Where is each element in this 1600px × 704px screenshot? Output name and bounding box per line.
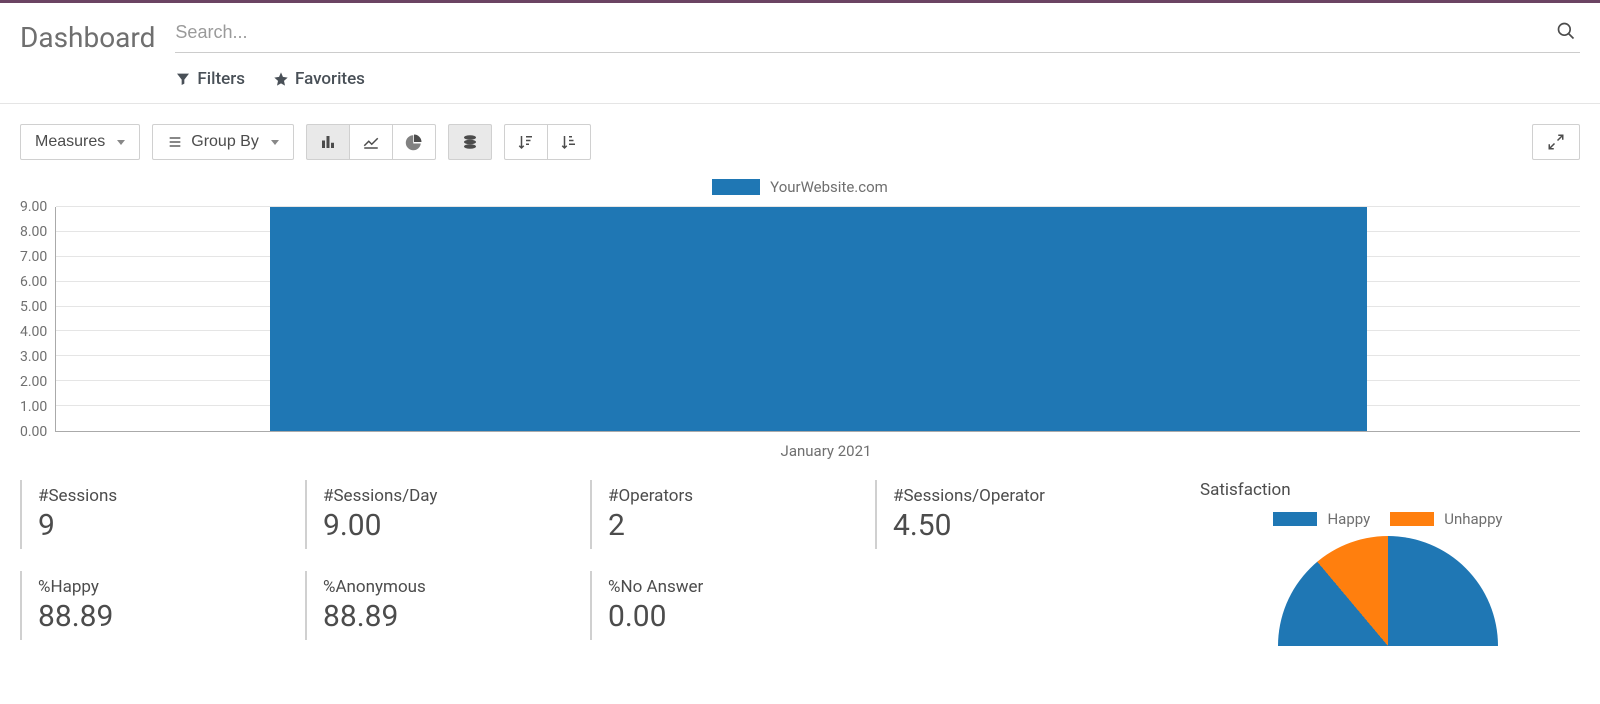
pie-chart-icon: [405, 133, 423, 151]
search-button[interactable]: [1552, 17, 1580, 48]
expand-button[interactable]: [1532, 124, 1580, 160]
satisfaction-panel: Satisfaction Happy Unhappy: [1160, 480, 1580, 646]
sort-asc-icon: [560, 133, 578, 151]
pie-chart-button[interactable]: [392, 124, 436, 160]
caret-down-icon: [117, 140, 125, 145]
search-icon: [1556, 21, 1576, 41]
legend-swatch: [1273, 512, 1317, 526]
sort-desc-button[interactable]: [504, 124, 548, 160]
metric-card: %Anonymous88.89: [305, 571, 590, 640]
bar-plot: 9.008.007.006.005.004.003.002.001.000.00: [20, 207, 1580, 432]
metric-label: %No Answer: [608, 577, 859, 597]
bar-chart-area: YourWebsite.com 9.008.007.006.005.004.00…: [20, 178, 1580, 460]
metric-label: #Sessions/Operator: [893, 486, 1144, 506]
bar-chart-legend: YourWebsite.com: [20, 178, 1580, 199]
groupby-button[interactable]: Group By: [152, 124, 294, 160]
toolbar: Measures Group By: [20, 124, 1580, 160]
pie-legend: Happy Unhappy: [1196, 510, 1580, 528]
sort-desc-icon: [517, 133, 535, 151]
bar-chart-icon: [319, 133, 337, 151]
metric-label: #Sessions: [38, 486, 289, 506]
metric-card: #Sessions9: [20, 480, 305, 549]
bar-chart-button[interactable]: [306, 124, 350, 160]
metric-card: #Sessions/Day9.00: [305, 480, 590, 549]
metric-label: %Happy: [38, 577, 289, 597]
legend-label: Happy: [1327, 510, 1370, 528]
metric-card: %Happy88.89: [20, 571, 305, 640]
stacked-button[interactable]: [448, 124, 492, 160]
filters-label: Filters: [197, 69, 245, 89]
metric-value: 0.00: [608, 599, 859, 634]
metric-value: 88.89: [323, 599, 574, 634]
favorites-label: Favorites: [295, 69, 365, 89]
funnel-icon: [175, 71, 191, 87]
stack-group: [448, 124, 492, 160]
header: Dashboard Filters Favorites: [0, 3, 1600, 103]
groupby-label: Group By: [191, 133, 259, 151]
stack-icon: [461, 133, 479, 151]
page-title: Dashboard: [20, 13, 155, 54]
metric-card: %No Answer0.00: [590, 571, 875, 640]
metric-value: 9.00: [323, 508, 574, 543]
legend-label: YourWebsite.com: [770, 178, 888, 196]
pie-legend-item: Unhappy: [1390, 510, 1502, 528]
content: Measures Group By: [0, 104, 1600, 695]
metric-value: 4.50: [893, 508, 1144, 543]
legend-item: YourWebsite.com: [712, 178, 888, 196]
pie-wrap: [1196, 536, 1580, 646]
metric-label: #Sessions/Day: [323, 486, 574, 506]
metrics-row: #Sessions9#Sessions/Day9.00#Operators2#S…: [20, 480, 1580, 662]
legend-label: Unhappy: [1444, 510, 1502, 528]
favorites-dropdown[interactable]: Favorites: [273, 69, 365, 89]
chart-type-group: [306, 124, 436, 160]
header-right: Filters Favorites: [175, 13, 1580, 103]
x-axis-label: January 2021: [20, 442, 1580, 460]
caret-down-icon: [271, 140, 279, 145]
line-chart-icon: [362, 133, 380, 151]
list-icon: [167, 134, 183, 150]
expand-icon: [1547, 133, 1565, 151]
measures-button[interactable]: Measures: [20, 124, 140, 160]
legend-swatch: [712, 179, 760, 195]
filters-dropdown[interactable]: Filters: [175, 69, 245, 89]
metric-value: 2: [608, 508, 859, 543]
metric-card: #Sessions/Operator4.50: [875, 480, 1160, 549]
search-wrap: [175, 13, 1580, 53]
measures-label: Measures: [35, 133, 105, 151]
star-icon: [273, 71, 289, 87]
metrics-grid: #Sessions9#Sessions/Day9.00#Operators2#S…: [20, 480, 1160, 662]
metric-card: #Operators2: [590, 480, 875, 549]
y-axis: 9.008.007.006.005.004.003.002.001.000.00: [20, 207, 55, 432]
metric-label: %Anonymous: [323, 577, 574, 597]
satisfaction-pie-chart: [1278, 536, 1498, 646]
metric-value: 9: [38, 508, 289, 543]
metric-value: 88.89: [38, 599, 289, 634]
plot-grid: [55, 207, 1580, 432]
filter-row: Filters Favorites: [175, 53, 1580, 103]
sort-group: [504, 124, 591, 160]
pie-legend-item: Happy: [1273, 510, 1370, 528]
satisfaction-title: Satisfaction: [1196, 480, 1580, 500]
sort-asc-button[interactable]: [547, 124, 591, 160]
search-input[interactable]: [175, 18, 1552, 47]
metric-label: #Operators: [608, 486, 859, 506]
bar-rect: [270, 207, 1367, 431]
line-chart-button[interactable]: [349, 124, 393, 160]
legend-swatch: [1390, 512, 1434, 526]
